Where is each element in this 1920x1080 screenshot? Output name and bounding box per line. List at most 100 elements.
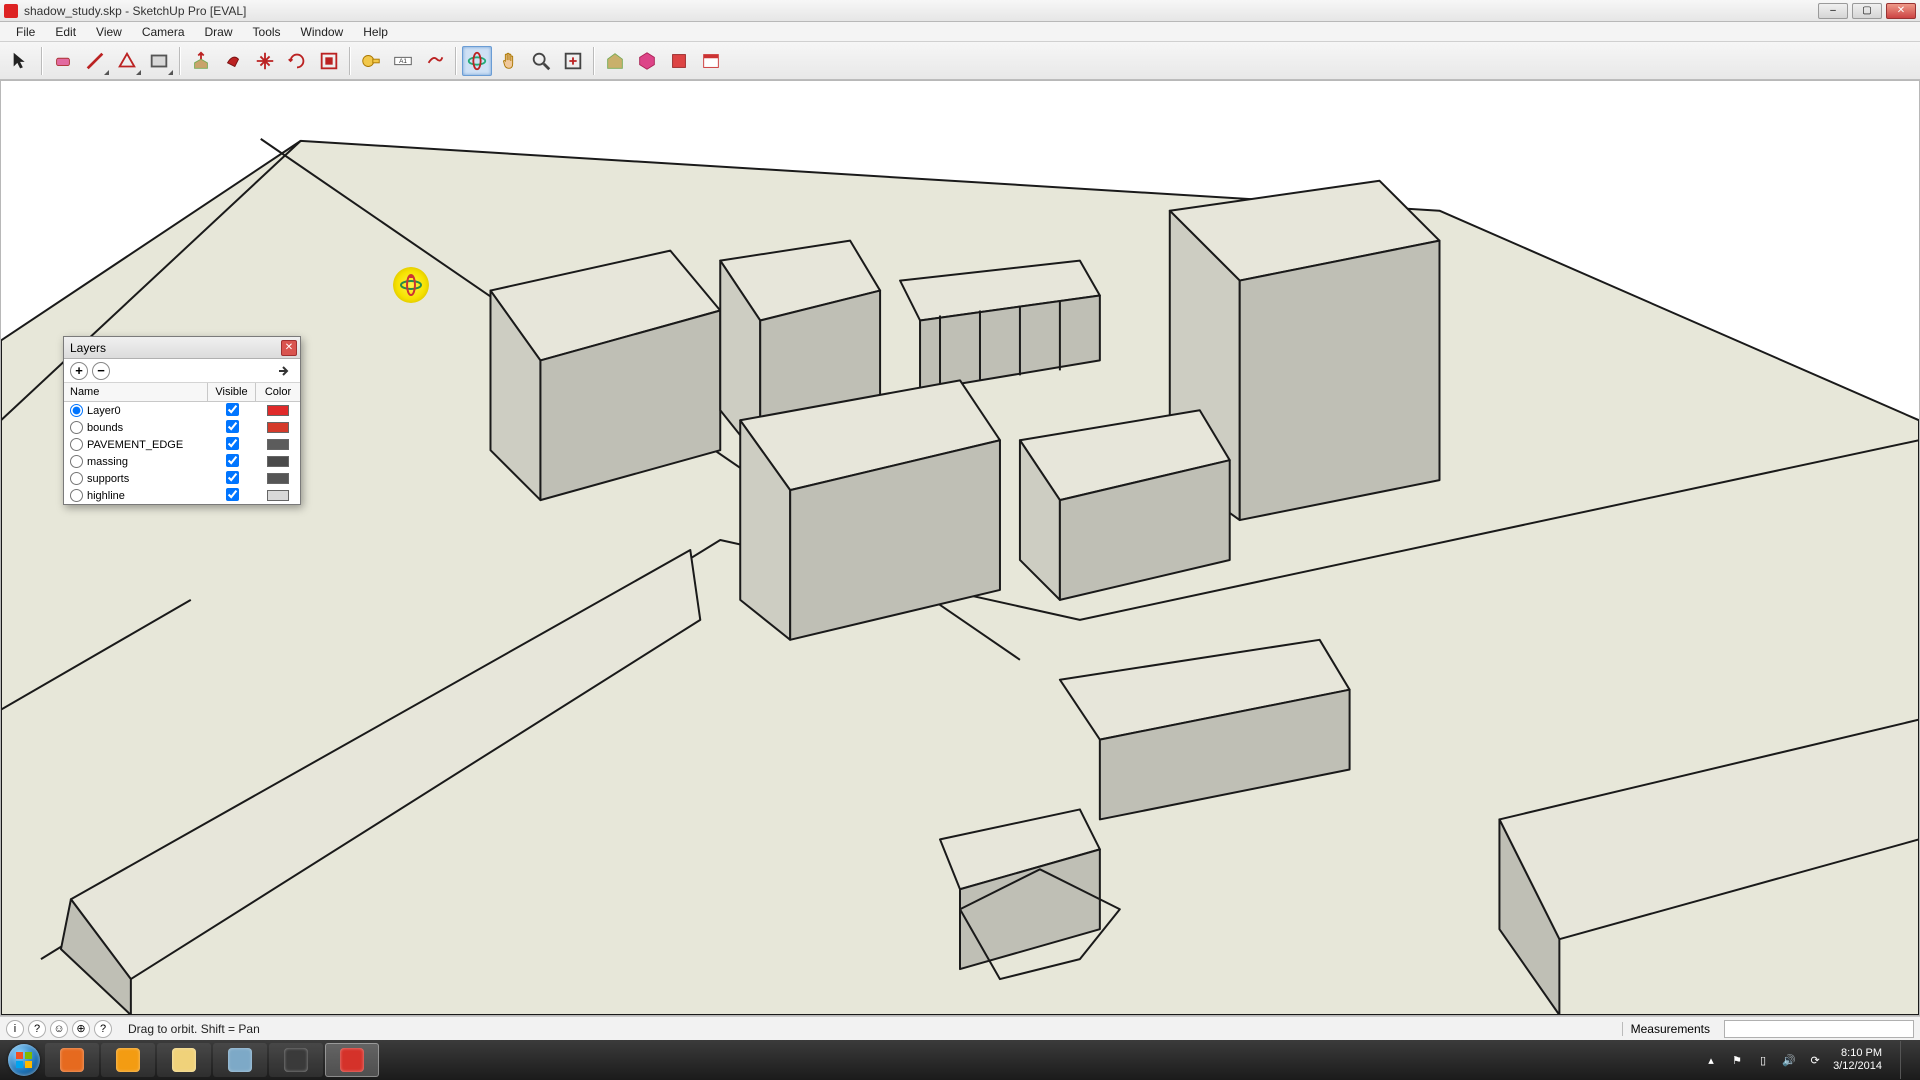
- layer-color-swatch[interactable]: [267, 473, 289, 484]
- layer-row[interactable]: supports: [64, 470, 300, 487]
- line-tool[interactable]: [80, 46, 110, 76]
- toolbar: A1: [0, 42, 1920, 80]
- layer-name: PAVEMENT_EDGE: [87, 439, 183, 451]
- pushpull-tool[interactable]: [186, 46, 216, 76]
- status-hint: Drag to orbit. Shift = Pan: [128, 1022, 260, 1036]
- taskbar-item-firefox[interactable]: [45, 1043, 99, 1077]
- text-tool[interactable]: [420, 46, 450, 76]
- layers-panel-close-button[interactable]: ✕: [281, 340, 297, 356]
- menu-camera[interactable]: Camera: [132, 23, 195, 41]
- column-color[interactable]: Color: [256, 383, 300, 401]
- zoom-tool[interactable]: [526, 46, 556, 76]
- layer-visible-checkbox[interactable]: [226, 420, 239, 433]
- status-icon-user[interactable]: ☺: [50, 1020, 68, 1038]
- menu-help[interactable]: Help: [353, 23, 398, 41]
- menu-bar: File Edit View Camera Draw Tools Window …: [0, 22, 1920, 42]
- start-button[interactable]: [4, 1040, 44, 1080]
- layer-active-radio[interactable]: [70, 404, 83, 417]
- layer-row[interactable]: highline: [64, 487, 300, 504]
- status-icon-about[interactable]: ?: [94, 1020, 112, 1038]
- tray-chevron-icon[interactable]: ▴: [1703, 1052, 1719, 1068]
- layer-active-radio[interactable]: [70, 489, 83, 502]
- menu-view[interactable]: View: [86, 23, 132, 41]
- remove-layer-button[interactable]: −: [92, 362, 110, 380]
- layer-color-swatch[interactable]: [267, 456, 289, 467]
- component-tool[interactable]: [632, 46, 662, 76]
- menu-edit[interactable]: Edit: [45, 23, 86, 41]
- tray-sync-icon[interactable]: ⟳: [1807, 1052, 1823, 1068]
- eraser-tool[interactable]: [48, 46, 78, 76]
- menu-file[interactable]: File: [6, 23, 45, 41]
- layer-visible-checkbox[interactable]: [226, 437, 239, 450]
- taskbar-item-illustrator[interactable]: [101, 1043, 155, 1077]
- status-icon-help[interactable]: ?: [28, 1020, 46, 1038]
- menu-draw[interactable]: Draw: [195, 23, 243, 41]
- clock-date: 3/12/2014: [1833, 1060, 1882, 1073]
- layers-panel-title-bar[interactable]: Layers ✕: [64, 337, 300, 359]
- taskbar-item-file[interactable]: [213, 1043, 267, 1077]
- taskbar-item-explorer[interactable]: [157, 1043, 211, 1077]
- menu-tools[interactable]: Tools: [243, 23, 291, 41]
- rotate-tool[interactable]: [282, 46, 312, 76]
- tray-volume-icon[interactable]: 🔊: [1781, 1052, 1797, 1068]
- status-icon-geo[interactable]: ⊕: [72, 1020, 90, 1038]
- zoom-extents-tool[interactable]: [558, 46, 588, 76]
- layer-row[interactable]: PAVEMENT_EDGE: [64, 436, 300, 453]
- rectangle-tool[interactable]: [144, 46, 174, 76]
- layer-color-swatch[interactable]: [267, 490, 289, 501]
- layer-visible-checkbox[interactable]: [226, 488, 239, 501]
- maximize-button[interactable]: ▢: [1852, 3, 1882, 19]
- status-icon-info[interactable]: i: [6, 1020, 24, 1038]
- layer-color-swatch[interactable]: [267, 422, 289, 433]
- layer-row[interactable]: Layer0: [64, 402, 300, 419]
- layer-color-swatch[interactable]: [267, 405, 289, 416]
- close-button[interactable]: ✕: [1886, 3, 1916, 19]
- column-name[interactable]: Name: [64, 383, 208, 401]
- layer-row[interactable]: bounds: [64, 419, 300, 436]
- layer-visible-checkbox[interactable]: [226, 403, 239, 416]
- layer-row[interactable]: massing: [64, 453, 300, 470]
- layer-name: Layer0: [87, 405, 121, 417]
- minimize-button[interactable]: –: [1818, 3, 1848, 19]
- system-tray: ▴ ⚑ ▯ 🔊 ⟳ 8:10 PM 3/12/2014: [1703, 1041, 1916, 1079]
- select-tool[interactable]: [6, 46, 36, 76]
- layout-tool[interactable]: [696, 46, 726, 76]
- dimension-tool[interactable]: A1: [388, 46, 418, 76]
- measurements-input[interactable]: [1724, 1020, 1914, 1038]
- layer-name: massing: [87, 456, 128, 468]
- layer-active-radio[interactable]: [70, 438, 83, 451]
- tray-network-icon[interactable]: ▯: [1755, 1052, 1771, 1068]
- extension-tool[interactable]: [664, 46, 694, 76]
- layer-active-radio[interactable]: [70, 472, 83, 485]
- add-layer-button[interactable]: +: [70, 362, 88, 380]
- orbit-tool[interactable]: [462, 46, 492, 76]
- taskbar-item-sketchup[interactable]: [325, 1043, 379, 1077]
- layer-visible-checkbox[interactable]: [226, 471, 239, 484]
- layers-panel[interactable]: Layers ✕ + − Name Visible Color Layer0 bo…: [63, 336, 301, 505]
- layers-panel-menu-button[interactable]: [276, 362, 294, 380]
- pan-tool[interactable]: [494, 46, 524, 76]
- tape-tool[interactable]: [356, 46, 386, 76]
- layer-color-swatch[interactable]: [267, 439, 289, 450]
- tray-flag-icon[interactable]: ⚑: [1729, 1052, 1745, 1068]
- warehouse-tool[interactable]: [600, 46, 630, 76]
- menu-window[interactable]: Window: [291, 23, 354, 41]
- column-visible[interactable]: Visible: [208, 383, 256, 401]
- layer-active-radio[interactable]: [70, 421, 83, 434]
- layers-list: Layer0 bounds PAVEMENT_EDGEmassing supports…: [64, 402, 300, 504]
- layer-name: highline: [87, 490, 125, 502]
- layer-visible-checkbox[interactable]: [226, 454, 239, 467]
- move-tool[interactable]: [250, 46, 280, 76]
- scale-tool[interactable]: [314, 46, 344, 76]
- status-bar: i ? ☺ ⊕ ? Drag to orbit. Shift = Pan Mea…: [0, 1016, 1920, 1040]
- window-title: shadow_study.skp - SketchUp Pro [EVAL]: [24, 4, 246, 18]
- layer-active-radio[interactable]: [70, 455, 83, 468]
- show-desktop-button[interactable]: [1900, 1041, 1910, 1079]
- viewport[interactable]: Layers ✕ + − Name Visible Color Layer0 bo…: [0, 80, 1920, 1016]
- shape-tool[interactable]: [112, 46, 142, 76]
- paint-tool[interactable]: [218, 46, 248, 76]
- clock-time: 8:10 PM: [1833, 1047, 1882, 1060]
- taskbar-item-app[interactable]: [269, 1043, 323, 1077]
- taskbar-clock[interactable]: 8:10 PM 3/12/2014: [1833, 1047, 1882, 1073]
- layers-panel-title: Layers: [70, 341, 106, 355]
